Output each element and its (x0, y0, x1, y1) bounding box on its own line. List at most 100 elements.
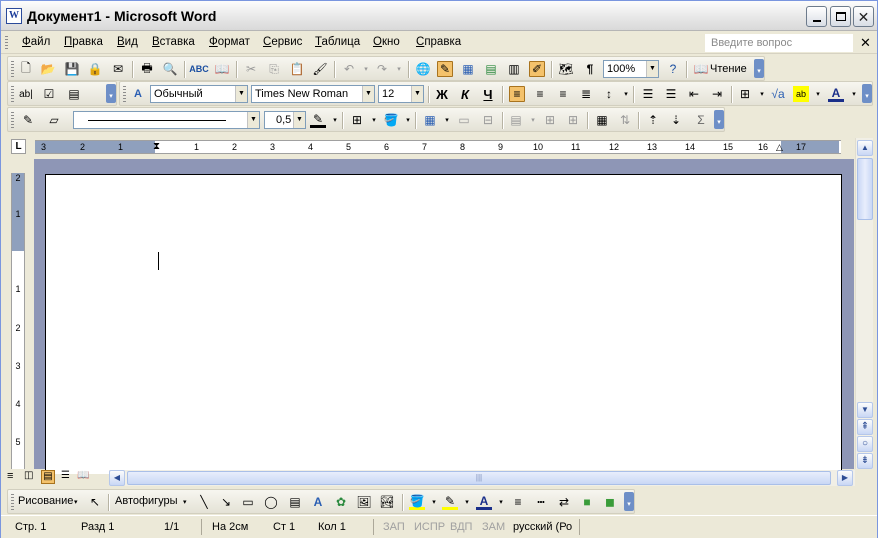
shadow-style-icon[interactable]: ■ (579, 494, 595, 510)
status-overtype[interactable]: ЗАМ (482, 521, 505, 533)
outside-border-icon[interactable]: ⊞ (349, 112, 365, 128)
fill-color-icon[interactable]: 🪣 (409, 494, 425, 510)
spelling-icon[interactable]: ABC (189, 61, 209, 77)
save-icon[interactable]: 💾 (64, 61, 80, 77)
outside-border-dropdown-icon[interactable]: ▾ (366, 112, 382, 128)
font-select[interactable]: Times New Roman ▼ (251, 85, 375, 103)
clip-art-icon[interactable]: 🖼 (356, 494, 372, 510)
title-bar[interactable]: W Документ1 - Microsoft Word ✕ (1, 1, 877, 31)
line-style-icon[interactable]: ≡ (510, 494, 526, 510)
checkbox-field-icon[interactable]: ☑ (41, 86, 57, 102)
font-size-select[interactable]: 12 ▼ (378, 85, 424, 103)
fill-color-dropdown-icon[interactable]: ▾ (426, 494, 442, 510)
menu-grip[interactable] (5, 36, 8, 50)
italic-button[interactable]: К (457, 86, 473, 102)
draw-table-icon[interactable]: ✎ (20, 112, 36, 128)
font-color-icon[interactable]: A (828, 86, 844, 102)
oval-icon[interactable]: ◯ (263, 494, 279, 510)
hyperlink-icon[interactable]: 🌐 (415, 61, 431, 77)
drawing-font-color-dropdown-icon[interactable]: ▾ (493, 494, 509, 510)
increase-indent-icon[interactable]: ⇥ (709, 86, 725, 102)
reading-layout-icon[interactable]: 📖 (693, 61, 709, 77)
undo-icon[interactable]: ↶ (341, 61, 357, 77)
vertical-scroll-thumb[interactable] (857, 158, 873, 220)
word-app-icon[interactable]: W (6, 8, 22, 24)
line-color-icon[interactable]: ✎ (442, 494, 458, 510)
justify-icon[interactable]: ≣ (578, 86, 594, 102)
dropdown-field-icon[interactable]: ▤ (66, 86, 82, 102)
redo-icon[interactable]: ↷ (374, 61, 390, 77)
rectangle-icon[interactable]: ▭ (240, 494, 256, 510)
insert-picture-icon[interactable]: 🏞 (379, 494, 395, 510)
menu-table[interactable]: Таблица (315, 36, 360, 48)
bullets-icon[interactable]: ☰ (663, 86, 679, 102)
split-cells-icon[interactable]: ⊟ (480, 112, 496, 128)
outline-view-icon[interactable]: ☰ (61, 470, 70, 481)
drawing-menu-button[interactable]: Рисование (18, 495, 73, 507)
scroll-down-icon[interactable]: ▼ (857, 402, 873, 418)
align-cell-icon[interactable]: ▤ (508, 112, 524, 128)
arrow-icon[interactable]: ↘ (218, 494, 234, 510)
phonetic-guide-icon[interactable]: √a (770, 86, 786, 102)
scroll-up-icon[interactable]: ▲ (857, 140, 873, 156)
tab-selector[interactable]: L (11, 139, 26, 154)
menu-tools[interactable]: Сервис (263, 36, 302, 48)
horizontal-scrollbar[interactable]: ◀ ||| ▶ (109, 470, 855, 486)
line-spacing-dropdown-icon[interactable]: ▾ (618, 86, 634, 102)
vertical-scrollbar[interactable]: ▲ ▼ ⇞ ○ ⇟ (855, 138, 873, 469)
text-field-icon[interactable]: ab| (18, 86, 34, 102)
sort-descending-icon[interactable]: ⇣ (668, 112, 684, 128)
toolbar-grip[interactable] (11, 61, 14, 77)
arrow-style-icon[interactable]: ⇄ (556, 494, 572, 510)
toolbar-grip[interactable] (11, 112, 14, 128)
line-color-dropdown-icon[interactable]: ▾ (459, 494, 475, 510)
reading-layout-view-icon[interactable]: 📖 (77, 470, 89, 481)
drawing-font-color-icon[interactable]: A (476, 494, 492, 510)
insert-table-icon[interactable]: ▦ (422, 112, 438, 128)
normal-view-icon[interactable]: ≡ (7, 470, 13, 482)
vertical-ruler[interactable]: 2 1 1 2 3 4 5 (11, 173, 25, 469)
zoom-dropdown-icon[interactable]: ▼ (646, 61, 658, 77)
font-size-dropdown-icon[interactable]: ▼ (411, 86, 423, 102)
select-objects-icon[interactable]: ↖ (87, 494, 103, 510)
status-record-macro[interactable]: ЗАП (383, 521, 405, 533)
style-select[interactable]: Обычный ▼ (150, 85, 248, 103)
insert-excel-icon[interactable]: ▤ (483, 61, 499, 77)
print-layout-icon[interactable]: ▤ (41, 470, 55, 484)
research-icon[interactable]: 📖 (214, 61, 230, 77)
toolbar-grip[interactable] (123, 86, 126, 102)
menu-edit[interactable]: Правка (64, 36, 103, 48)
sort-ascending-icon[interactable]: ⇡ (645, 112, 661, 128)
menu-format[interactable]: Формат (209, 36, 250, 48)
show-formatting-icon[interactable]: ¶ (582, 61, 598, 77)
status-language[interactable]: русский (Ро (513, 521, 572, 533)
highlight-dropdown-icon[interactable]: ▾ (810, 86, 826, 102)
eraser-icon[interactable]: ▱ (46, 112, 62, 128)
toolbar-options-chevron[interactable]: ▾ (754, 59, 764, 78)
print-preview-icon[interactable]: 🔍 (162, 61, 178, 77)
autoshapes-menu-button[interactable]: Автофигуры (115, 495, 178, 507)
underline-button[interactable]: Ч (480, 86, 496, 102)
horizontal-scroll-thumb[interactable]: ||| (127, 471, 831, 485)
border-color-icon[interactable]: ✎ (310, 112, 326, 128)
3d-style-icon[interactable]: ◼ (602, 494, 618, 510)
autoshapes-dropdown-icon[interactable]: ▾ (183, 498, 187, 506)
diagram-icon[interactable]: ✿ (333, 494, 349, 510)
status-track-changes[interactable]: ИСПР (414, 521, 445, 533)
select-browse-object-icon[interactable]: ○ (857, 436, 873, 452)
line-weight-select[interactable]: 0,5 ▼ (264, 111, 306, 129)
menu-insert[interactable]: Вставка (152, 36, 195, 48)
align-right-icon[interactable]: ≡ (555, 86, 571, 102)
style-dropdown-icon[interactable]: ▼ (235, 86, 247, 102)
merge-cells-icon[interactable]: ▭ (456, 112, 472, 128)
text-direction-icon[interactable]: ⇅ (617, 112, 633, 128)
bold-button[interactable]: Ж (434, 86, 450, 102)
table-autoformat-icon[interactable]: ▦ (594, 112, 610, 128)
line-spacing-icon[interactable]: ↕ (601, 86, 617, 102)
toolbar-grip[interactable] (11, 86, 14, 102)
decrease-indent-icon[interactable]: ⇤ (686, 86, 702, 102)
new-document-icon[interactable]: 🗋 (18, 61, 34, 77)
styles-and-formatting-icon[interactable]: A (130, 86, 146, 102)
permission-icon[interactable]: 🔒 (87, 61, 103, 77)
forms-toolbar-chevron[interactable]: ▾ (106, 84, 116, 103)
